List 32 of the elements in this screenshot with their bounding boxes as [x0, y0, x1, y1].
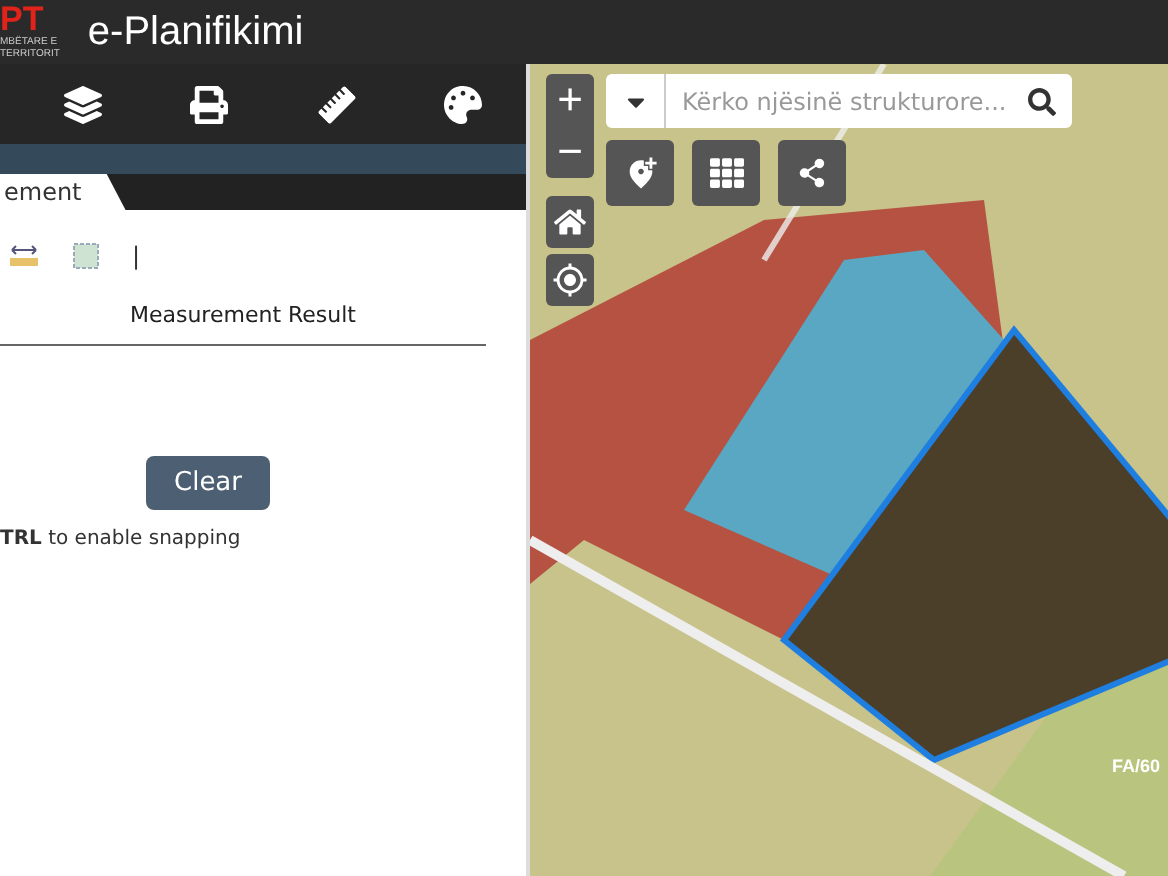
- palette-icon: [443, 85, 482, 123]
- grid-button[interactable]: [692, 140, 760, 206]
- search-field[interactable]: Kërko njësinë strukturore...: [666, 74, 1012, 128]
- panel-tab[interactable]: ement: [0, 174, 126, 210]
- zoom-out-button[interactable]: −: [546, 126, 594, 178]
- layers-button[interactable]: [64, 85, 103, 123]
- print-button[interactable]: [190, 85, 229, 123]
- clear-button[interactable]: Clear: [146, 456, 270, 510]
- search-dropdown[interactable]: [606, 74, 666, 128]
- grid-icon: [709, 156, 743, 190]
- separator-text: |: [132, 242, 141, 270]
- parcel-label: FA/60: [1111, 756, 1160, 776]
- search-icon: [1028, 87, 1056, 115]
- locate-icon: [552, 262, 588, 298]
- distance-icon: [8, 244, 40, 268]
- home-icon: [554, 206, 586, 238]
- area-icon: [72, 242, 100, 270]
- search-button[interactable]: [1012, 74, 1072, 128]
- distance-tool-button[interactable]: [8, 244, 40, 268]
- logo-mark: PT: [0, 4, 44, 36]
- add-map-button[interactable]: [606, 140, 674, 206]
- ruler-button[interactable]: [317, 85, 356, 123]
- result-title: Measurement Result: [0, 302, 486, 346]
- zoom-in-button[interactable]: +: [546, 74, 594, 126]
- layers-icon: [64, 85, 103, 123]
- map-view[interactable]: + − Kërko njësinë strukturore... FA/60: [526, 64, 1168, 876]
- app-title: e-Planifikimi: [87, 9, 304, 55]
- printer-icon: [190, 85, 229, 123]
- snapping-hint: TRL to enable snapping: [0, 528, 243, 550]
- share-icon: [795, 156, 829, 190]
- palette-button[interactable]: [443, 85, 482, 123]
- share-button[interactable]: [778, 140, 846, 206]
